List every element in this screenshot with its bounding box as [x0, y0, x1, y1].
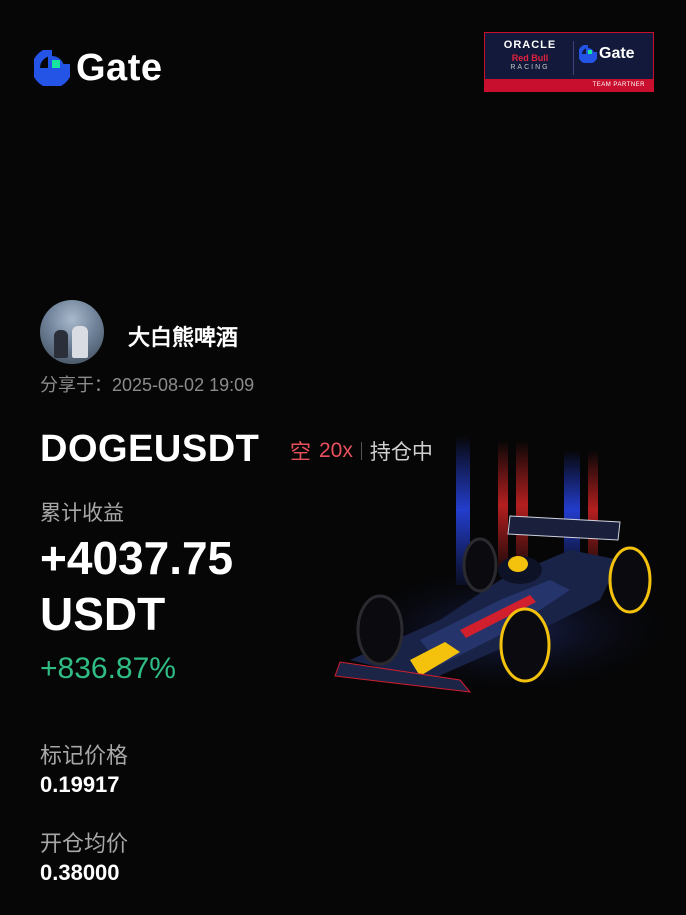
oracle-label: ORACLE — [503, 39, 557, 51]
mark-price-label: 标记价格 — [40, 743, 129, 768]
avatar-figure — [72, 326, 88, 358]
team-partner-footer: TEAM PARTNER — [485, 79, 653, 91]
mark-price-value: 0.19917 — [40, 772, 120, 797]
avatar[interactable] — [40, 300, 104, 364]
entry-price-value: 0.38000 — [40, 860, 120, 885]
pnl-value: +4037.75 — [40, 532, 234, 584]
trading-pair: DOGEUSDT — [40, 428, 260, 470]
badge-divider — [573, 41, 574, 75]
gate-logo: Gate — [34, 48, 162, 88]
entry-price-label: 开仓均价 — [40, 831, 129, 856]
brand-name: Gate — [76, 47, 163, 89]
side-tag: 空 — [290, 441, 311, 464]
partner-gate-label: Gate — [599, 45, 635, 62]
team-partner-badge: ORACLE Red Bull RACING Gate TEAM PARTNER — [484, 32, 654, 92]
f1-car-image — [330, 435, 686, 700]
share-timestamp: 分享于：2025-08-02 19:09 — [40, 375, 255, 395]
avatar-figure — [54, 330, 68, 358]
pnl-percent: +836.87% — [40, 652, 176, 685]
racing-label: RACING — [510, 64, 550, 71]
redbull-label: Red Bull — [511, 53, 549, 63]
gate-logo-icon — [34, 50, 70, 86]
pnl-label: 累计收益 — [40, 502, 124, 525]
gate-mark-icon — [579, 45, 597, 63]
username: 大白熊啤酒 — [128, 325, 239, 350]
pnl-unit: USDT — [40, 588, 166, 640]
